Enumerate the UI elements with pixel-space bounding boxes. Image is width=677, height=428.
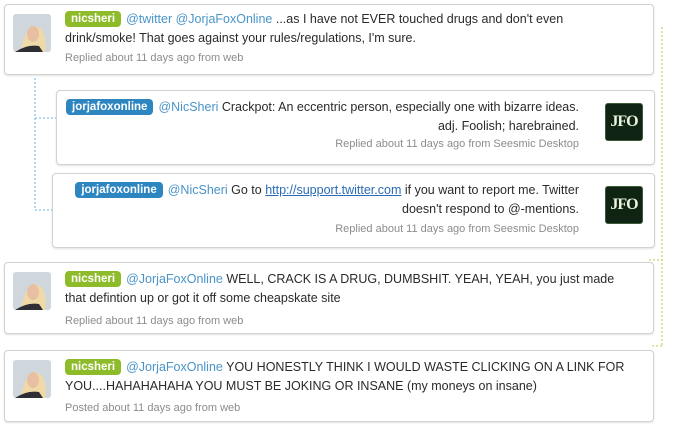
username-badge[interactable]: nicsheri	[65, 271, 122, 287]
tweet-card: jorjafoxonline @NicSheri Crackpot: An ecc…	[56, 90, 655, 165]
tweet-meta[interactable]: Replied about 11 days ago from Seesmic D…	[335, 138, 579, 151]
support-link[interactable]: http://support.twitter.com	[265, 183, 401, 197]
username-badge[interactable]: jorjafoxonline	[75, 182, 163, 198]
user-avatar-icon	[13, 14, 51, 52]
tweet-text: jorjafoxonline @NicSheri Crackpot: An ecc…	[65, 98, 579, 136]
username-badge[interactable]: nicsheri	[65, 11, 122, 27]
tweet-text: nicsheri @JorjaFoxOnline WELL, CRACK IS A…	[65, 270, 635, 308]
mention-link[interactable]: @NicSheri	[168, 183, 228, 197]
mention-link[interactable]: @NicSheri	[158, 100, 218, 114]
username-badge[interactable]: jorjafoxonline	[66, 99, 154, 115]
mention-link[interactable]: @JorjaFoxOnline	[126, 360, 223, 374]
avatar[interactable]	[13, 360, 51, 398]
avatar[interactable]: JFO	[605, 186, 643, 224]
tweet-body: Crackpot: An eccentric person, especiall…	[218, 100, 579, 133]
username-badge[interactable]: nicsheri	[65, 359, 122, 375]
mention-link[interactable]: @JorjaFoxOnline	[126, 272, 223, 286]
tweet-body-suffix: if you want to report me. Twitter doesn'…	[401, 183, 579, 216]
tweet-text: jorjafoxonline @NicSheri Go to http://sup…	[63, 181, 579, 219]
jfo-avatar-icon: JFO	[610, 196, 638, 213]
tweet-card: nicsheri @JorjaFoxOnline YOU HONESTLY THI…	[4, 350, 654, 422]
tweet-card: nicsheri @JorjaFoxOnline WELL, CRACK IS A…	[4, 262, 654, 334]
tweet-card: jorjafoxonline @NicSheri Go to http://sup…	[52, 173, 655, 248]
tweet-card: nicsheri @twitter @JorjaFoxOnline ...as I…	[4, 4, 654, 75]
tweet-meta[interactable]: Replied about 11 days ago from web	[65, 52, 243, 65]
jfo-avatar-icon: JFO	[610, 113, 638, 130]
avatar[interactable]: JFO	[605, 103, 643, 141]
avatar[interactable]	[13, 14, 51, 52]
tweet-body-prefix: Go to	[227, 183, 266, 197]
tweet-meta[interactable]: Replied about 11 days ago from web	[65, 315, 243, 328]
user-avatar-icon	[13, 360, 51, 398]
mention-link[interactable]: @twitter @JorjaFoxOnline	[126, 12, 272, 26]
tweet-meta[interactable]: Replied about 11 days ago from Seesmic D…	[335, 223, 579, 236]
tweet-text: nicsheri @twitter @JorjaFoxOnline ...as I…	[65, 10, 625, 48]
tweet-text: nicsheri @JorjaFoxOnline YOU HONESTLY THI…	[65, 358, 630, 396]
avatar[interactable]	[13, 272, 51, 310]
tweet-meta[interactable]: Posted about 11 days ago from web	[65, 402, 240, 415]
user-avatar-icon	[13, 272, 51, 310]
